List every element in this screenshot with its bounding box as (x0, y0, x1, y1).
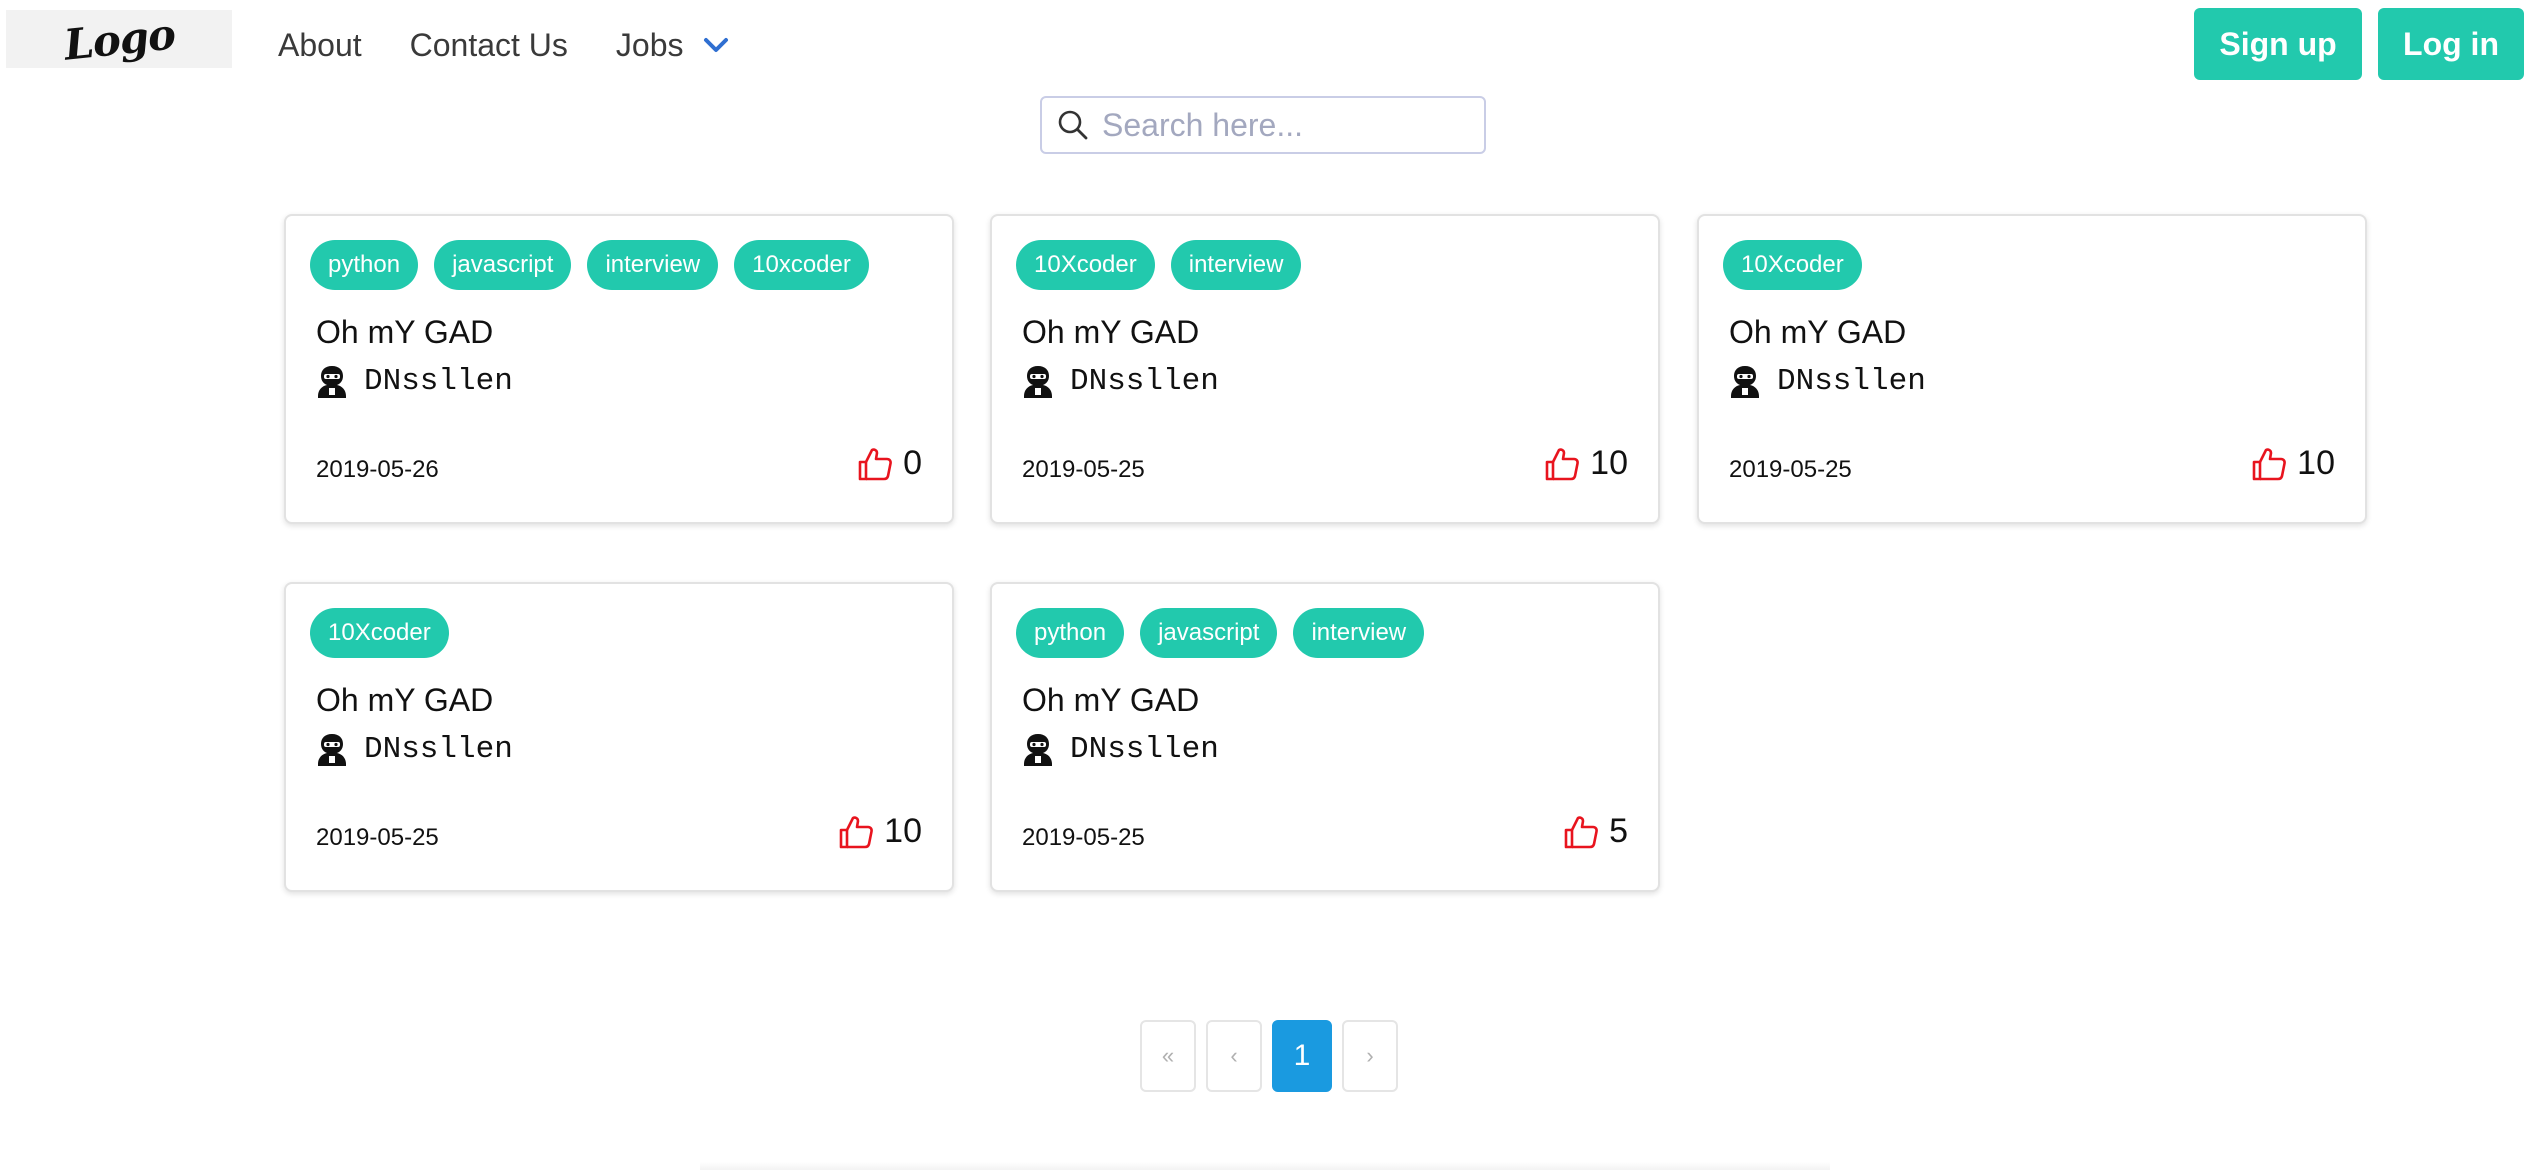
user-icon (318, 365, 346, 398)
post-title[interactable]: Oh mY GAD (316, 314, 493, 351)
first-page-button[interactable]: « (1140, 1020, 1196, 1092)
tag-chip[interactable]: interview (587, 240, 719, 290)
nav-jobs-dropdown[interactable]: Jobs (616, 27, 730, 64)
tag-chip[interactable]: interview (1293, 608, 1425, 658)
thumbs-up-icon (839, 815, 874, 848)
post-title[interactable]: Oh mY GAD (1022, 682, 1199, 719)
like-button[interactable]: 10 (838, 812, 922, 851)
chevron-down-icon (703, 38, 728, 52)
author-name[interactable]: DNssllen (1070, 364, 1219, 399)
author-name[interactable]: DNssllen (1777, 364, 1926, 399)
search-input[interactable] (1102, 106, 1462, 144)
tag-chip[interactable]: 10Xcoder (1723, 240, 1862, 290)
like-button[interactable]: 10 (2251, 444, 2335, 483)
like-button[interactable]: 0 (857, 444, 922, 483)
tag-chip[interactable]: 10Xcoder (1016, 240, 1155, 290)
user-icon (318, 733, 346, 766)
post-title[interactable]: Oh mY GAD (1729, 314, 1906, 351)
page-button-current[interactable]: 1 (1272, 1020, 1332, 1092)
login-button[interactable]: Log in (2378, 8, 2524, 80)
post-author: DNssllen (316, 732, 513, 767)
user-icon (1024, 365, 1052, 398)
post-author: DNssllen (1022, 732, 1219, 767)
tag-chip[interactable]: 10xcoder (734, 240, 869, 290)
tag-list: python javascript interview 10xcoder (310, 240, 885, 290)
post-author: DNssllen (1729, 364, 1926, 399)
thumbs-up-icon (2252, 447, 2287, 480)
like-count: 5 (1609, 812, 1628, 850)
search-box (1040, 96, 1486, 154)
post-card[interactable]: 10Xcoder interview Oh mY GAD DNssllen 201… (990, 214, 1660, 524)
thumbs-up-icon (1545, 447, 1580, 480)
author-name[interactable]: DNssllen (364, 364, 513, 399)
like-count: 10 (1590, 444, 1628, 482)
user-icon (1731, 365, 1759, 398)
post-author: DNssllen (1022, 364, 1219, 399)
post-date: 2019-05-25 (1729, 456, 1852, 483)
tag-list: 10Xcoder (310, 608, 465, 658)
post-date: 2019-05-26 (316, 456, 439, 483)
pagination: « ‹ 1 › (1140, 1020, 1408, 1092)
next-page-button[interactable]: › (1342, 1020, 1398, 1092)
tag-list: 10Xcoder (1723, 240, 1878, 290)
auth-buttons: Sign up Log in (2194, 8, 2524, 80)
author-name[interactable]: DNssllen (1070, 732, 1219, 767)
user-icon (1024, 733, 1052, 766)
post-card[interactable]: python javascript interview Oh mY GAD DNss… (990, 582, 1660, 892)
nav-jobs-label: Jobs (615, 26, 684, 63)
tag-list: python javascript interview (1016, 608, 1440, 658)
post-date: 2019-05-25 (1022, 456, 1145, 483)
nav-about-link[interactable]: About (278, 27, 362, 64)
like-button[interactable]: 5 (1563, 812, 1628, 851)
post-date: 2019-05-25 (316, 824, 439, 851)
prev-page-button[interactable]: ‹ (1206, 1020, 1262, 1092)
post-author: DNssllen (316, 364, 513, 399)
nav-links: About Contact Us Jobs (278, 22, 730, 68)
author-name[interactable]: DNssllen (364, 732, 513, 767)
like-count: 0 (903, 444, 922, 482)
like-count: 10 (884, 812, 922, 850)
tag-chip[interactable]: javascript (1140, 608, 1278, 658)
post-card[interactable]: 10Xcoder Oh mY GAD DNssllen 2019-05-25 1… (284, 582, 954, 892)
nav-contact-link[interactable]: Contact Us (410, 27, 568, 64)
tag-chip[interactable]: 10Xcoder (310, 608, 449, 658)
post-card[interactable]: python javascript interview 10xcoder Oh mY … (284, 214, 954, 524)
like-button[interactable]: 10 (1544, 444, 1628, 483)
tag-chip[interactable]: python (310, 240, 419, 290)
signup-button[interactable]: Sign up (2194, 8, 2362, 80)
post-card[interactable]: 10Xcoder Oh mY GAD DNssllen 2019-05-25 1… (1697, 214, 2367, 524)
post-title[interactable]: Oh mY GAD (316, 682, 493, 719)
thumbs-up-icon (858, 447, 892, 480)
like-count: 10 (2297, 444, 2335, 482)
search-icon (1058, 110, 1088, 140)
tag-list: 10Xcoder interview (1016, 240, 1317, 290)
tag-chip[interactable]: python (1016, 608, 1125, 658)
footer-divider (700, 1162, 1830, 1170)
post-date: 2019-05-25 (1022, 824, 1145, 851)
navbar: Logo About Contact Us Jobs Sign up Log i… (0, 0, 2532, 92)
thumbs-up-icon (1564, 815, 1598, 848)
tag-chip[interactable]: interview (1170, 240, 1302, 290)
logo-text: Logo (61, 8, 177, 70)
logo[interactable]: Logo (6, 8, 232, 70)
page: Logo About Contact Us Jobs Sign up Log i… (0, 0, 2532, 1170)
post-title[interactable]: Oh mY GAD (1022, 314, 1199, 351)
tag-chip[interactable]: javascript (434, 240, 572, 290)
